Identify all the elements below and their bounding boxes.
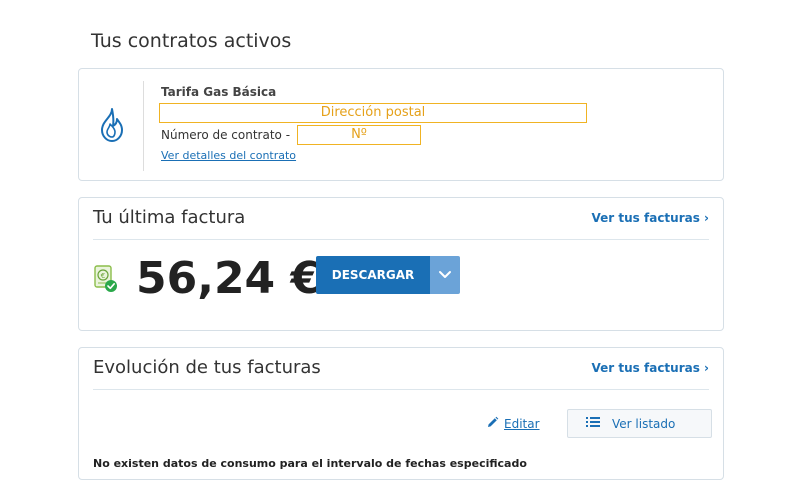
contract-number-field: Nº [297, 125, 421, 145]
flame-icon [97, 107, 127, 143]
invoice-evolution-title: Evolución de tus facturas [93, 357, 321, 378]
invoice-euro-check-icon: € [93, 264, 119, 294]
view-invoices-link-evolution[interactable]: Ver tus facturas › [592, 361, 709, 375]
contract-details-link[interactable]: Ver detalles del contrato [161, 149, 296, 162]
edit-link[interactable]: Editar [486, 416, 540, 432]
view-list-label: Ver listado [612, 416, 676, 431]
no-data-message: No existen datos de consumo para el inte… [93, 457, 527, 470]
view-invoices-link[interactable]: Ver tus facturas › [592, 211, 709, 225]
tariff-name: Tarifa Gas Básica [161, 85, 277, 99]
edit-label: Editar [504, 417, 540, 431]
download-options-toggle[interactable] [430, 256, 460, 294]
download-button-group: DESCARGAR [316, 256, 460, 294]
section-divider [93, 389, 709, 390]
contract-number-label: Número de contrato - [161, 128, 291, 142]
section-divider [93, 239, 709, 240]
download-button[interactable]: DESCARGAR [316, 256, 430, 294]
postal-address-field: Dirección postal [159, 103, 587, 123]
svg-text:€: € [101, 272, 105, 280]
pencil-icon [486, 416, 499, 432]
chevron-down-icon [438, 268, 452, 283]
contract-card: Tarifa Gas Básica Dirección postal Númer… [78, 68, 724, 181]
view-list-button[interactable]: Ver listado [567, 409, 712, 438]
invoice-evolution-card: Evolución de tus facturas Ver tus factur… [78, 347, 724, 480]
last-invoice-card: Tu última factura Ver tus facturas › € 5… [78, 197, 724, 331]
list-icon [586, 416, 600, 431]
contract-divider [143, 81, 144, 171]
page-title: Tus contratos activos [91, 30, 292, 52]
invoice-amount: 56,24 € [136, 253, 322, 304]
last-invoice-title: Tu última factura [93, 207, 246, 228]
